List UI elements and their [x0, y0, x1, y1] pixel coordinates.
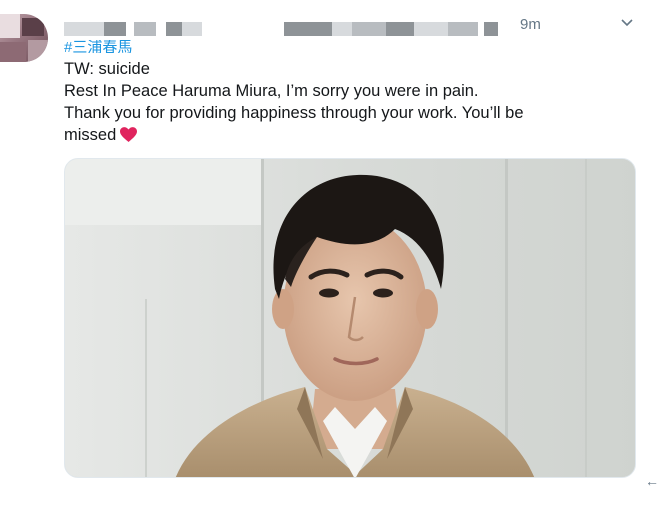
tweet-text-line: TW: suicide [64, 60, 150, 78]
tweet-text-line-last: missed [64, 124, 624, 146]
avatar[interactable] [0, 14, 48, 62]
redacted-display-name [104, 22, 126, 36]
redacted-display-name [64, 22, 104, 36]
redacted-handle [182, 22, 202, 36]
red-heart-icon [120, 127, 138, 142]
redacted-handle [386, 22, 414, 36]
hashtag-link[interactable]: #三浦春馬 [64, 40, 132, 53]
tweet[interactable]: 9m #三浦春馬 TW: suicide Rest In Peace Harum… [0, 0, 658, 508]
tweet-text-line: Thank you for providing happiness throug… [64, 104, 524, 122]
redacted-display-name [134, 22, 156, 36]
reply-arrow-icon[interactable]: ← [645, 473, 658, 489]
redacted-handle [284, 22, 332, 36]
redacted-handle [484, 22, 498, 36]
redacted-handle [166, 22, 182, 36]
tweet-text-line: missed [64, 126, 117, 144]
chevron-down-icon[interactable] [618, 14, 636, 32]
tweet-header [64, 14, 644, 44]
redacted-handle [414, 22, 448, 36]
redacted-handle [352, 22, 386, 36]
redacted-handle [332, 22, 352, 36]
portrait-photo [65, 159, 635, 477]
tweet-text: TW: suicide Rest In Peace Haruma Miura, … [64, 58, 624, 146]
tweet-photo[interactable] [64, 158, 636, 478]
tweet-timestamp[interactable]: 9m [520, 16, 541, 33]
redacted-handle [448, 22, 478, 36]
tweet-text-line: Rest In Peace Haruma Miura, I’m sorry yo… [64, 82, 479, 100]
